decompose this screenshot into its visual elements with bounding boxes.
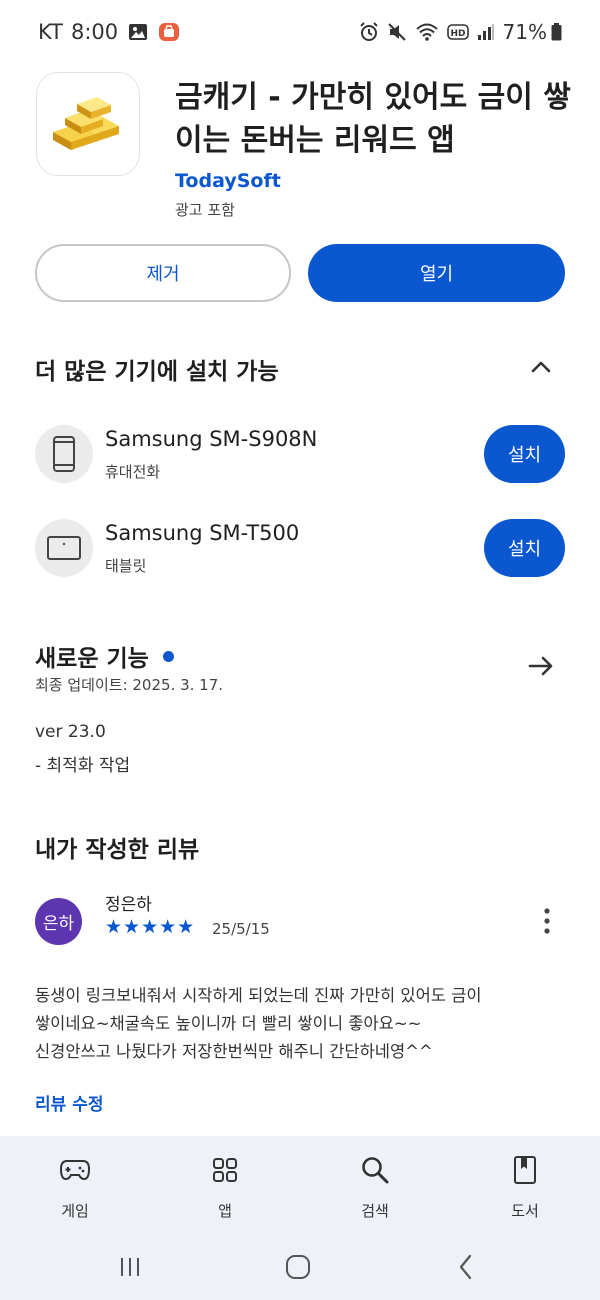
device-row: Samsung SM-S908N 휴대전화 설치 <box>35 425 565 485</box>
status-bar: KT 8:00 HD 71% <box>0 0 600 64</box>
developer-link[interactable]: TodaySoft <box>175 170 281 192</box>
avatar: 은하 <box>35 898 82 945</box>
book-icon <box>514 1156 536 1184</box>
notification-app-icon <box>158 21 180 43</box>
review-line: 동생이 링크보내줘서 시작하게 되었는데 진짜 가만히 있어도 금이 <box>35 986 482 1005</box>
app-icon <box>36 72 140 176</box>
nav-item-books[interactable]: 도서 <box>475 1154 575 1221</box>
nav-label: 검색 <box>361 1202 389 1220</box>
carrier-label: KT <box>38 20 63 44</box>
battery-icon <box>551 23 562 41</box>
recents-icon[interactable] <box>110 1252 150 1282</box>
review-body: 동생이 링크보내줘서 시작하게 되었는데 진짜 가만히 있어도 금이 쌓이네요~… <box>35 982 565 1066</box>
nav-label: 게임 <box>61 1202 89 1220</box>
nav-label: 앱 <box>218 1202 232 1220</box>
mute-icon <box>387 22 407 42</box>
alarm-icon <box>359 22 379 42</box>
app-title: 금캐기 - 가만히 있어도 금이 쌓이는 돈버는 리워드 앱 <box>175 80 571 158</box>
phone-icon <box>53 436 75 472</box>
device-name: Samsung SM-T500 <box>105 521 300 545</box>
whats-new-title[interactable]: 새로운 기능 <box>35 639 174 673</box>
home-icon[interactable] <box>278 1252 318 1282</box>
my-review-title: 내가 작성한 리뷰 <box>35 837 200 863</box>
back-icon[interactable] <box>446 1252 486 1282</box>
change-note: - 최적화 작업 <box>35 756 131 776</box>
device-icon-holder <box>35 519 93 577</box>
gamepad-icon <box>60 1160 90 1181</box>
chevron-up-icon[interactable] <box>528 354 554 380</box>
signal-icon <box>477 23 495 41</box>
device-row: Samsung SM-T500 태블릿 설치 <box>35 519 565 579</box>
remove-button[interactable]: 제거 <box>35 244 291 302</box>
device-type: 휴대전화 <box>105 463 161 481</box>
open-button[interactable]: 열기 <box>308 244 565 302</box>
devices-section-title: 더 많은 기기에 설치 가능 <box>35 359 279 385</box>
svg-text:HD: HD <box>450 29 465 39</box>
avatar-text: 은하 <box>42 914 75 934</box>
review-line: 신경안쓰고 나뒀다가 저장한번씩만 해주니 간단하네영^^ <box>35 1042 433 1061</box>
apps-grid-icon <box>213 1158 237 1182</box>
ad-label: 광고 포함 <box>175 201 235 219</box>
nav-label: 도서 <box>511 1202 539 1220</box>
reviewer-name: 정은하 <box>105 895 152 915</box>
review-date: 25/5/15 <box>212 920 270 938</box>
edit-review-link[interactable]: 리뷰 수정 <box>35 1090 103 1115</box>
hd-icon: HD <box>446 24 469 40</box>
version-text: ver 23.0 <box>35 722 106 742</box>
device-name: Samsung SM-S908N <box>105 427 318 451</box>
bottom-nav: 게임 앱 검색 도서 <box>0 1136 600 1236</box>
tablet-icon <box>47 536 81 560</box>
new-indicator-dot <box>162 650 174 662</box>
device-type: 태블릿 <box>105 557 147 575</box>
wifi-icon <box>415 22 439 42</box>
device-icon-holder <box>35 425 93 483</box>
nav-item-apps[interactable]: 앱 <box>175 1154 275 1221</box>
nav-item-games[interactable]: 게임 <box>25 1154 125 1221</box>
install-button[interactable]: 설치 <box>484 519 565 577</box>
whats-new-label: 새로운 기능 <box>35 646 149 672</box>
install-button[interactable]: 설치 <box>484 425 565 483</box>
clock: 8:00 <box>70 20 119 44</box>
image-icon <box>128 23 148 41</box>
status-left: KT 8:00 <box>38 20 180 44</box>
battery-percent: 71% <box>502 20 547 44</box>
status-right: HD 71% <box>359 20 562 44</box>
system-nav-bar <box>0 1236 600 1300</box>
star-rating: ★★★★★ <box>105 916 196 938</box>
review-line: 쌓이네요~채굴속도 높이니까 더 빨리 쌓이니 좋아요~~ <box>35 1014 422 1033</box>
last-updated: 최종 업데이트: 2025. 3. 17. <box>35 676 224 694</box>
gold-bars-icon <box>53 97 119 150</box>
nav-item-search[interactable]: 검색 <box>325 1154 425 1221</box>
arrow-right-icon[interactable] <box>527 652 555 680</box>
search-icon <box>362 1157 389 1184</box>
more-vert-icon[interactable] <box>537 906 557 936</box>
